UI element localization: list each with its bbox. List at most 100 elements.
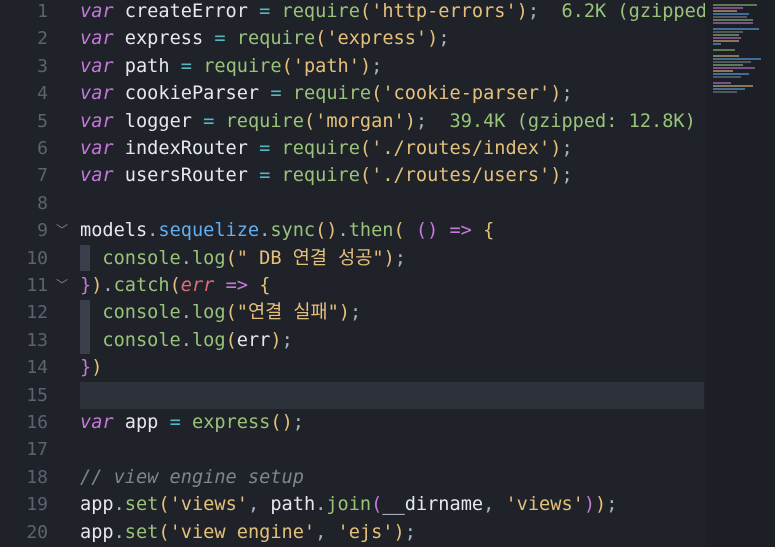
operator: = — [270, 83, 282, 105]
code-line-4[interactable]: var cookieParser = require('cookie-parse… — [80, 80, 573, 107]
function-name: log — [191, 329, 226, 351]
line-number: 17 — [26, 439, 48, 461]
paren: ( — [169, 275, 181, 296]
line-number: 15 — [26, 384, 48, 406]
code-line-16[interactable]: var app = express(); — [80, 409, 304, 436]
line-number: 13 — [26, 329, 48, 351]
minimap-line — [713, 73, 749, 75]
code-line-20[interactable]: app.set('view engine', 'ejs'); — [80, 519, 416, 546]
paren: ) — [270, 329, 282, 351]
paren: ( — [225, 329, 237, 351]
minimap[interactable] — [705, 0, 775, 547]
function-name: require — [281, 165, 360, 187]
string: 'http-errors' — [371, 1, 517, 22]
operator: = — [259, 138, 271, 159]
paren: ( — [315, 28, 327, 50]
code-line-18[interactable]: // view engine setup — [80, 464, 304, 491]
arrow-operator: => — [225, 275, 248, 296]
string: 'express' — [326, 28, 428, 50]
code-editor[interactable]: 1 2 3 4 5 6 7 8 9 10 11 12 13 14 15 16 17 18 19 20 ﹀ ﹀ var … — [0, 0, 775, 547]
code-line-3[interactable]: var path = require('path'); — [80, 53, 382, 80]
line-number: 18 — [26, 466, 48, 488]
minimap-line — [713, 7, 743, 9]
punctuation: . — [315, 494, 327, 516]
code-line-2[interactable]: var express = require('express'); — [80, 25, 450, 52]
keyword: var — [80, 110, 114, 132]
punctuation: ; — [561, 165, 573, 187]
import-cost-hint: 39.4K (gzipped: 12.8K) — [449, 110, 696, 132]
minimap-line — [713, 4, 757, 6]
line-number: 7 — [37, 165, 48, 187]
paren: ) — [359, 55, 372, 77]
function-name: require — [236, 28, 316, 50]
line-number: 19 — [26, 494, 48, 516]
identifier: indexRouter — [124, 138, 248, 159]
punctuation: , — [247, 494, 271, 516]
code-line-9[interactable]: models.sequelize.sync().then( () => { — [80, 217, 494, 244]
paren: ( — [371, 494, 383, 516]
brace: { — [483, 220, 495, 242]
punctuation: ; — [292, 412, 304, 433]
paren: ( — [225, 302, 237, 324]
code-line-1[interactable]: var createError = require('http-errors')… — [80, 0, 718, 25]
string: " DB 연결 성공" — [236, 247, 384, 269]
line-number: 11 — [26, 275, 48, 296]
identifier: console — [102, 329, 181, 351]
minimap-line — [713, 31, 743, 33]
minimap-line — [713, 49, 735, 51]
minimap-line — [713, 61, 751, 63]
minimap-line — [713, 22, 753, 24]
identifier: app — [80, 494, 114, 516]
operator: = — [180, 55, 192, 77]
line-number: 3 — [37, 55, 48, 77]
comment: // view engine setup — [80, 466, 304, 488]
line-number: 1 — [37, 1, 48, 22]
punctuation: . — [180, 247, 192, 269]
identifier: path — [124, 55, 170, 77]
code-line-10[interactable]: console.log(" DB 연결 성공"); — [80, 245, 406, 272]
identifier: console — [102, 247, 181, 269]
minimap-line — [713, 43, 721, 45]
line-number: 6 — [37, 138, 48, 159]
operator: = — [259, 1, 271, 22]
code-line-6[interactable]: var indexRouter = require('./routes/inde… — [80, 135, 573, 162]
line-number: 12 — [26, 302, 48, 324]
identifier: __dirname — [382, 494, 484, 516]
code-line-5[interactable]: var logger = require('morgan'); 39.4K (g… — [80, 108, 696, 135]
identifier: createError — [124, 1, 248, 22]
operator: = — [259, 165, 271, 187]
line-number: 10 — [26, 247, 48, 269]
identifier: cookieParser — [124, 83, 260, 105]
identifier: usersRouter — [124, 165, 248, 187]
identifier: models — [80, 220, 148, 242]
line-number: 4 — [37, 83, 48, 105]
function-name: log — [191, 247, 226, 269]
import-cost-hint: 6.2K (gzipped: — [561, 1, 719, 22]
paren: () — [315, 220, 338, 242]
code-line-13[interactable]: console.log(err); — [80, 327, 292, 354]
minimap-line — [713, 67, 755, 69]
punctuation: ; — [371, 55, 383, 77]
string: 'views' — [169, 494, 248, 516]
code-line-12[interactable]: console.log("연결 실패"); — [80, 299, 361, 326]
fold-chevron-icon[interactable]: ﹀ — [56, 217, 70, 244]
identifier: express — [124, 28, 204, 50]
paren: ) — [91, 357, 103, 379]
minimap-line — [713, 13, 749, 15]
paren: ( — [158, 494, 170, 516]
code-line-7[interactable]: var usersRouter = require('./routes/user… — [80, 162, 573, 189]
function-name: require — [225, 110, 304, 132]
paren: ( — [393, 220, 405, 242]
paren: () — [415, 220, 439, 242]
paren: ) — [583, 494, 596, 516]
fold-chevron-icon[interactable]: ﹀ — [56, 272, 70, 299]
code-line-11[interactable]: }).catch(err => { — [80, 272, 270, 299]
function-name: require — [203, 55, 282, 77]
code-line-14[interactable]: }) — [80, 354, 102, 381]
keyword: var — [80, 83, 114, 105]
minimap-line — [713, 40, 739, 42]
function-name: require — [281, 1, 360, 22]
punctuation: ; — [438, 28, 450, 50]
code-line-19[interactable]: app.set('views', path.join(__dirname, 'v… — [80, 491, 617, 518]
string: 'path' — [292, 55, 360, 77]
